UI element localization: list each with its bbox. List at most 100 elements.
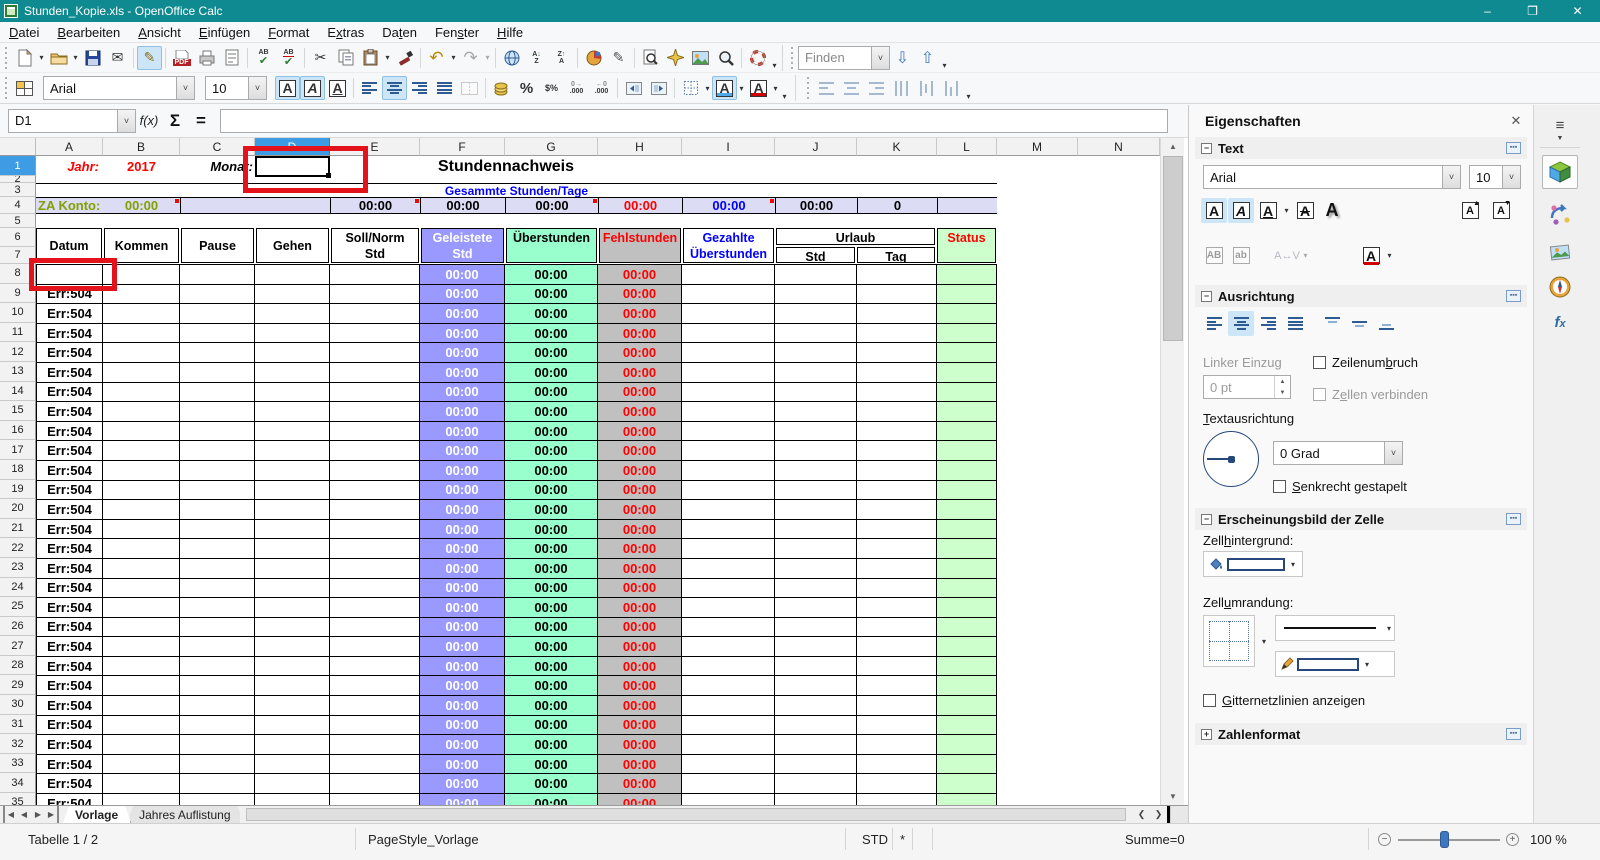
cell[interactable] — [255, 343, 330, 363]
font-color-dropdown-icon[interactable]: ▾ — [771, 84, 780, 93]
export-pdf-button[interactable]: PDF — [169, 46, 194, 70]
cell[interactable]: 00:00 — [420, 422, 505, 442]
cell[interactable] — [775, 637, 857, 657]
checkbox-icon[interactable] — [1203, 694, 1216, 707]
cell[interactable]: 00:00 — [420, 324, 505, 344]
row-header-6[interactable]: 6 — [0, 228, 36, 247]
cell-l4[interactable] — [937, 198, 997, 213]
indent-value[interactable]: 0 pt — [1204, 376, 1274, 398]
cell[interactable] — [775, 559, 857, 579]
cell[interactable]: 00:00 — [505, 657, 598, 677]
row-header-25[interactable]: 25 — [0, 597, 36, 617]
cell[interactable] — [255, 304, 330, 324]
cell[interactable] — [180, 696, 255, 716]
cell[interactable]: Err:504 — [37, 598, 103, 618]
align-top-button[interactable] — [1319, 311, 1345, 336]
cell[interactable] — [330, 520, 420, 540]
page-style[interactable]: PageStyle_Vorlage — [368, 832, 479, 847]
font-name-value[interactable]: Arial — [44, 81, 176, 96]
cell[interactable] — [330, 794, 420, 805]
cell[interactable]: Err:504 — [37, 500, 103, 520]
cell[interactable] — [775, 441, 857, 461]
scroll-left-icon[interactable]: ❮ — [1133, 806, 1150, 823]
cell[interactable]: 00:00 — [598, 618, 682, 638]
cell[interactable] — [180, 441, 255, 461]
equals-button[interactable]: = — [188, 109, 214, 133]
cell[interactable] — [103, 363, 180, 383]
object-toolbar-overflow-icon[interactable]: ▾ — [964, 92, 973, 101]
cell[interactable]: 00:00 — [505, 383, 598, 403]
cell[interactable]: 00:00 — [598, 285, 682, 305]
increase-font-button[interactable]: A▲ — [1457, 198, 1483, 223]
cell[interactable] — [255, 461, 330, 481]
sidebar-tab-navigator[interactable] — [1542, 270, 1578, 304]
cell[interactable] — [775, 402, 857, 422]
cell[interactable] — [937, 598, 997, 618]
zoom-slider[interactable]: − + — [1378, 830, 1518, 850]
checkbox-icon[interactable] — [1313, 356, 1326, 369]
cell[interactable] — [857, 441, 937, 461]
cell[interactable] — [937, 363, 997, 383]
redo-button[interactable]: ↷ — [458, 46, 483, 70]
degrees-dropdown-icon[interactable]: ˅ — [1384, 442, 1402, 464]
cell[interactable] — [682, 755, 775, 775]
decrease-font-button[interactable]: A▼ — [1488, 198, 1514, 223]
cell[interactable] — [775, 539, 857, 559]
cell[interactable] — [937, 559, 997, 579]
cell[interactable] — [857, 539, 937, 559]
cell[interactable] — [330, 657, 420, 677]
horizontal-scroll-thumb[interactable] — [246, 808, 1126, 821]
cell[interactable] — [330, 637, 420, 657]
row-header-23[interactable]: 23 — [0, 558, 36, 578]
cell[interactable] — [857, 304, 937, 324]
cell[interactable] — [775, 676, 857, 696]
cell[interactable]: 00:00 — [420, 520, 505, 540]
cell[interactable] — [255, 794, 330, 805]
cell[interactable] — [857, 774, 937, 794]
cell[interactable] — [937, 716, 997, 736]
cell[interactable]: 00:00 — [598, 363, 682, 383]
email-button[interactable]: ✉ — [105, 46, 130, 70]
cell[interactable]: 00:00 — [598, 324, 682, 344]
cell[interactable]: Err:504 — [37, 304, 103, 324]
cell[interactable] — [330, 774, 420, 794]
row-header-12[interactable]: 12 — [0, 342, 36, 362]
cell[interactable] — [682, 579, 775, 599]
cell[interactable] — [180, 461, 255, 481]
format-paintbrush-button[interactable] — [392, 46, 417, 70]
show-gridlines-checkbox[interactable]: Gitternetzlinien anzeigen — [1203, 693, 1365, 708]
hyperlink-button[interactable] — [499, 46, 524, 70]
cell[interactable]: Err:504 — [37, 520, 103, 540]
cell[interactable]: 00:00 — [420, 696, 505, 716]
cell[interactable]: 00:00 — [598, 520, 682, 540]
cell[interactable] — [255, 735, 330, 755]
row-header-30[interactable]: 30 — [0, 695, 36, 715]
border-preset-picker[interactable] — [1203, 615, 1255, 667]
edit-file-button[interactable]: ✎ — [137, 46, 162, 70]
cell[interactable]: 00:00 — [598, 696, 682, 716]
cell[interactable] — [682, 598, 775, 618]
cell[interactable] — [937, 579, 997, 599]
cell[interactable] — [103, 716, 180, 736]
cell[interactable] — [682, 402, 775, 422]
cell[interactable]: Err:504 — [37, 579, 103, 599]
cell[interactable]: 00:00 — [598, 774, 682, 794]
row-header-18[interactable]: 18 — [0, 460, 36, 480]
row-header-32[interactable]: 32 — [0, 734, 36, 754]
cell[interactable] — [180, 539, 255, 559]
cell[interactable] — [682, 716, 775, 736]
font-name-combobox[interactable]: Arial ˅ — [43, 76, 195, 100]
cell[interactable]: 00:00 — [420, 539, 505, 559]
cell[interactable]: 00:00 — [420, 755, 505, 775]
cell[interactable]: 00:00 — [420, 383, 505, 403]
cell[interactable]: 00:00 — [420, 657, 505, 677]
cell[interactable] — [103, 461, 180, 481]
cell[interactable] — [857, 657, 937, 677]
sidebar-tab-properties[interactable] — [1542, 155, 1578, 189]
cell[interactable] — [255, 696, 330, 716]
row-header-15[interactable]: 15 — [0, 401, 36, 421]
cell[interactable] — [103, 676, 180, 696]
cell[interactable]: 00:00 — [598, 304, 682, 324]
cut-button[interactable]: ✂ — [308, 46, 333, 70]
cell[interactable] — [255, 657, 330, 677]
